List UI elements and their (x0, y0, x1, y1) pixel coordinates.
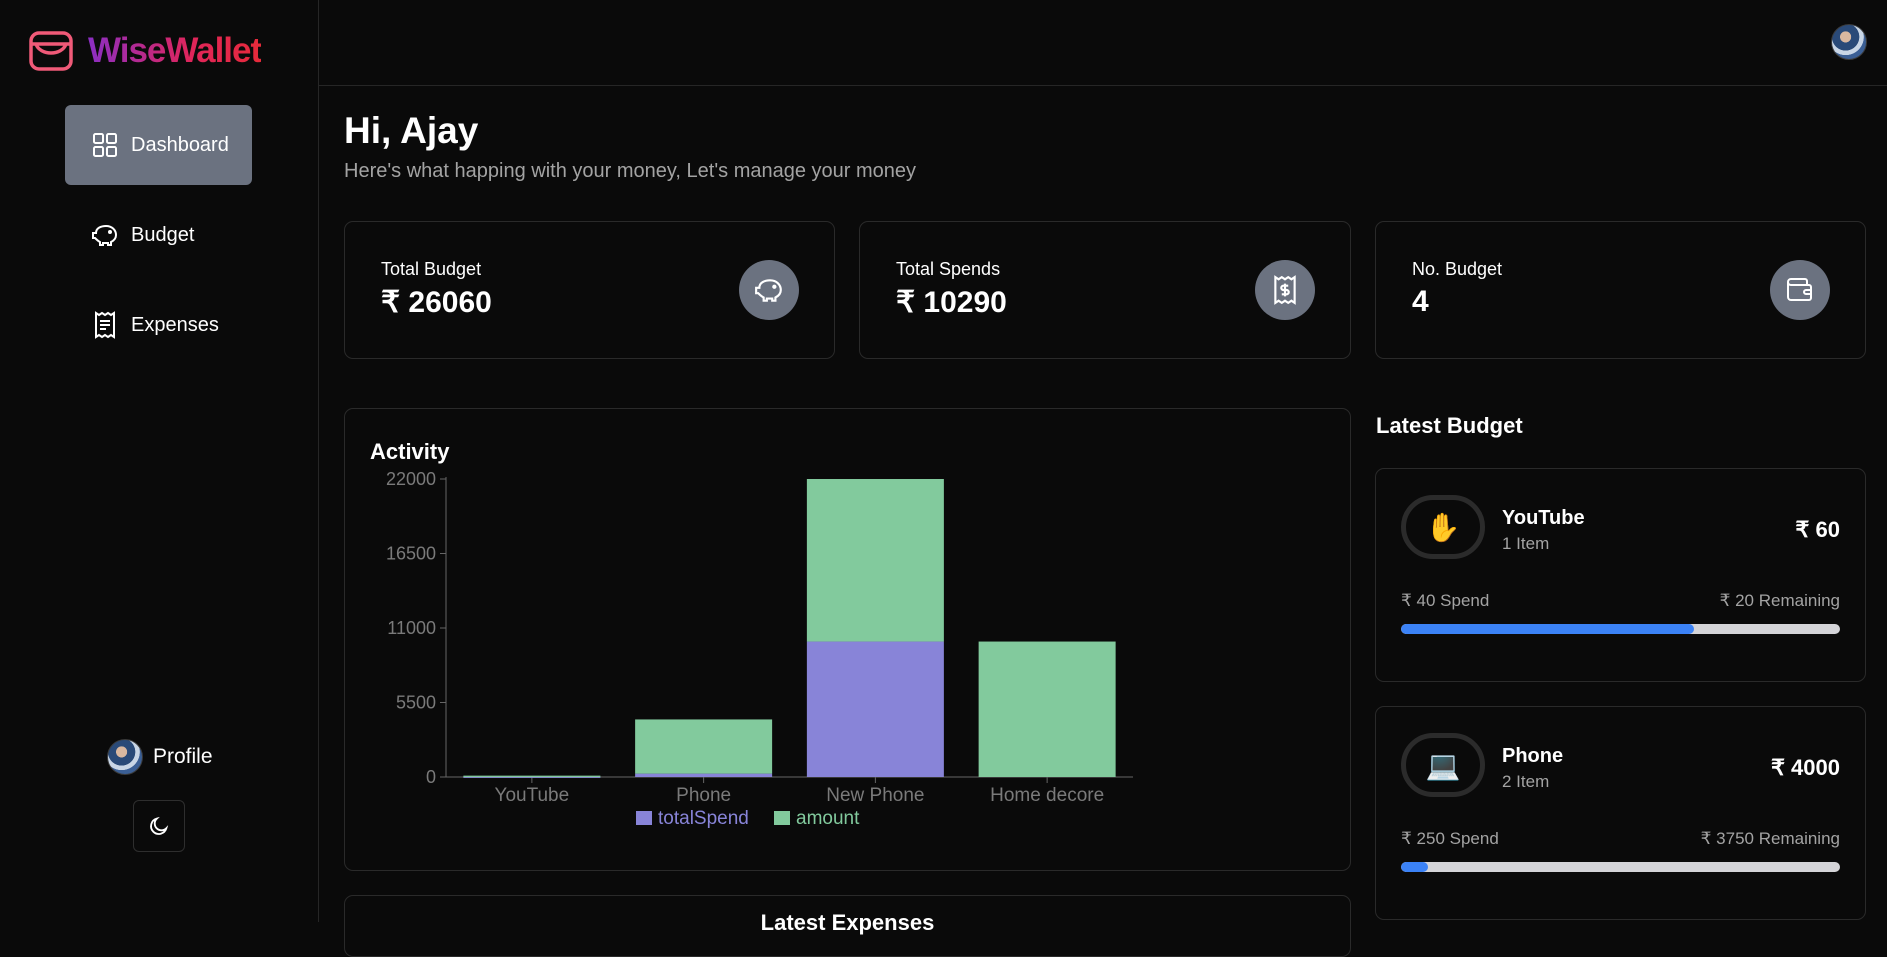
bar-totalSpend (635, 773, 773, 777)
profile-link[interactable]: Profile (107, 739, 213, 775)
legend-label-amount: amount (796, 808, 860, 829)
budget-amount: ₹ 4000 (1770, 755, 1840, 780)
sidebar-item-dashboard[interactable]: Dashboard (65, 105, 252, 185)
budget-card-phone[interactable]: 💻 Phone 2 Item ₹ 4000 ₹ 250 Spend ₹ 3750… (1375, 706, 1866, 920)
activity-bar-chart: 0 5500 11000 16500 22000 YouTube Phone New Phon… (386, 469, 1133, 829)
app-name: WiseWallet (88, 31, 262, 70)
bar-amount (978, 641, 1116, 777)
sidebar-item-expenses[interactable]: Expenses (65, 285, 252, 365)
stat-value: ₹ 10290 (896, 286, 1007, 319)
wallet-logo-icon (29, 31, 73, 71)
x-tick-label: YouTube (495, 785, 570, 806)
x-tick-label: Phone (676, 785, 731, 806)
profile-label: Profile (153, 745, 213, 768)
budget-name: Phone (1502, 745, 1564, 767)
piggy-bank-icon (739, 260, 799, 320)
top-bar (319, 0, 1887, 86)
budget-progress-bar (1401, 862, 1840, 872)
x-tick-label: Home decore (990, 785, 1104, 806)
activity-card: Activity 0 5500 11000 16500 22000 YouTube Phon… (344, 408, 1351, 871)
legend-swatch-totalSpend (636, 811, 652, 825)
budget-amount: ₹ 60 (1795, 517, 1840, 542)
theme-toggle-button[interactable] (133, 800, 185, 852)
y-tick-label: 22000 (386, 469, 436, 489)
moon-icon (150, 816, 169, 835)
y-tick-label: 0 (426, 767, 436, 787)
stat-value: ₹ 26060 (381, 286, 492, 319)
page-title: Hi, Ajay (344, 110, 479, 151)
bar-amount (635, 719, 773, 774)
budget-emoji: ✋ (1401, 495, 1485, 559)
sidebar-item-label: Dashboard (131, 133, 229, 156)
stat-card-total-budget: Total Budget ₹ 26060 (344, 221, 835, 359)
sidebar-item-budget[interactable]: Budget (65, 195, 252, 275)
budget-name: YouTube (1502, 507, 1585, 529)
latest-expenses-title: Latest Expenses (760, 910, 935, 935)
budget-progress-fill (1401, 624, 1694, 634)
bar-amount (463, 775, 601, 778)
y-tick-label: 5500 (396, 693, 436, 713)
stat-label: No. Budget (1412, 259, 1503, 279)
budget-card-youtube[interactable]: ✋ YouTube 1 Item ₹ 60 ₹ 40 Spend ₹ 20 Re… (1375, 468, 1866, 682)
budget-item-count: 1 Item (1502, 534, 1550, 553)
budget-progress-bar (1401, 624, 1840, 634)
budget-spend: ₹ 250 Spend (1401, 829, 1499, 848)
user-avatar[interactable] (1831, 24, 1867, 60)
budget-remaining: ₹ 3750 Remaining (1700, 829, 1840, 848)
budget-progress-fill (1401, 862, 1429, 872)
stat-value: 4 (1412, 285, 1429, 318)
receipt-icon (91, 311, 119, 339)
stat-card-total-spends: Total Spends ₹ 10290 (859, 221, 1351, 359)
y-tick-label: 16500 (386, 544, 436, 564)
page-subtitle: Here's what happing with your money, Let… (344, 160, 917, 182)
stat-card-number-of-budgets: No. Budget 4 (1375, 221, 1866, 359)
y-tick-label: 11000 (387, 618, 436, 638)
receipt-dollar-icon (1255, 260, 1315, 320)
budget-remaining: ₹ 20 Remaining (1719, 591, 1840, 610)
budget-spend: ₹ 40 Spend (1401, 591, 1490, 610)
bar-amount (806, 479, 944, 642)
x-tick-label: New Phone (826, 785, 924, 806)
stat-label: Total Spends (896, 259, 1001, 279)
stat-label: Total Budget (381, 259, 482, 279)
sidebar-item-label: Budget (131, 223, 195, 246)
bar-totalSpend (806, 641, 944, 777)
avatar (107, 739, 143, 775)
budget-emoji: 💻 (1401, 733, 1485, 797)
legend-swatch-amount (774, 811, 790, 825)
piggy-bank-icon (91, 221, 119, 249)
legend-label-totalSpend: totalSpend (658, 808, 749, 829)
latest-budget-title: Latest Budget (1376, 413, 1523, 438)
latest-expenses-card: Latest Expenses (344, 895, 1351, 957)
app-logo[interactable]: WiseWallet (28, 28, 262, 74)
wallet-icon (1770, 260, 1830, 320)
grid-icon (91, 131, 119, 159)
sidebar-item-label: Expenses (131, 313, 219, 336)
budget-item-count: 2 Item (1502, 772, 1550, 791)
sidebar: WiseWallet Dashboard Budget Expenses Pro… (0, 0, 319, 922)
